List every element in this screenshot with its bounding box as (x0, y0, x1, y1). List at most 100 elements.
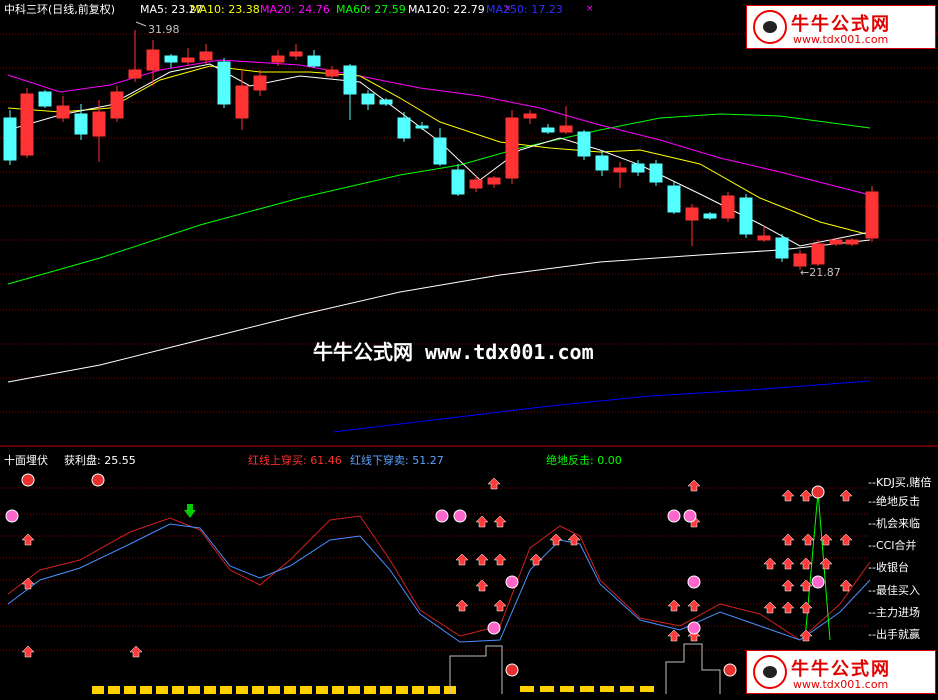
ma120-label: MA120: 22.79 (408, 3, 485, 16)
sell-arrow-icon (184, 504, 196, 518)
candle-body (685, 207, 699, 221)
candle-body (721, 195, 735, 219)
legend-rebound: --绝地反击 (868, 495, 920, 508)
legend-win: --出手就赢 (868, 628, 920, 641)
candle-body (487, 177, 501, 185)
profit-bar (380, 686, 392, 694)
profit-label: 获利盘: 25.55 (64, 454, 136, 467)
candle-body (110, 91, 124, 119)
buy-arrow-icon (529, 553, 543, 566)
diamond-icon (683, 509, 697, 523)
candle-body (631, 163, 645, 173)
ma-cross-marker: × (586, 4, 594, 14)
candle-body (235, 85, 249, 119)
candle-body (793, 253, 807, 267)
red-cross-label: 红线上穿买: 61.46 (248, 454, 342, 467)
candle-body (739, 197, 753, 235)
profit-bar (252, 686, 264, 694)
buy-arrow-icon (493, 599, 507, 612)
buy-arrow-icon (781, 579, 795, 592)
high-price-mark: 31.98 (148, 23, 180, 36)
candle-body (415, 125, 429, 129)
chart-window: × × × 中科三环(日线,前复权) MA5: 23.27 MA10: 23.38 … (0, 0, 938, 700)
candle-body (3, 117, 17, 161)
profit-outline (665, 643, 721, 694)
red-ball-icon (723, 663, 737, 677)
ma20-label: MA20: 24.76 (260, 3, 330, 16)
buy-arrow-icon (487, 477, 501, 490)
diamond-icon (5, 509, 19, 523)
candle-body (577, 131, 591, 157)
profit-bar (428, 686, 440, 694)
red-ball-icon (91, 473, 105, 487)
profit-bar (92, 686, 104, 694)
profit-bar (560, 686, 574, 692)
candle-body (865, 191, 879, 239)
candle-body (128, 69, 142, 79)
diamond-icon (435, 509, 449, 523)
candle-body (829, 239, 843, 245)
candle-body (559, 125, 573, 133)
candle-body (811, 243, 825, 265)
candle-body (667, 185, 681, 213)
profit-bar (108, 686, 120, 694)
candle-body (164, 55, 178, 63)
cow-icon (753, 10, 787, 44)
candle-body (92, 111, 106, 137)
buy-arrow-icon (839, 489, 853, 502)
profit-bar (172, 686, 184, 694)
buy-arrow-icon (455, 599, 469, 612)
legend-cci: --CCI合并 (868, 539, 917, 552)
red-ball-icon (505, 663, 519, 677)
profit-bar (580, 686, 594, 692)
blue-indicator-line (7, 523, 871, 643)
buy-arrow-icon (839, 533, 853, 546)
ma60-label: MA60: 27.59 (336, 3, 406, 16)
candle-body (469, 179, 483, 189)
candle-body (325, 69, 339, 77)
legend-chance: --机会来临 (868, 517, 920, 530)
candle-body (703, 213, 717, 219)
profit-bar (348, 686, 360, 694)
profit-bar (412, 686, 424, 694)
candle-body (361, 93, 375, 105)
candle-body (505, 117, 519, 179)
profit-bar (140, 686, 152, 694)
profit-bar (364, 686, 376, 694)
high-marker-line (135, 21, 147, 27)
candle-body (613, 167, 627, 173)
blue-cross-label: 红线下穿卖: 51.27 (350, 454, 444, 467)
red-ball-icon (21, 473, 35, 487)
legend-kdj: --KDJ买,赌倍 (868, 476, 932, 489)
profit-bar (220, 686, 232, 694)
buy-arrow-icon (129, 645, 143, 658)
profit-bar (268, 686, 280, 694)
low-price-mark: ←21.87 (800, 266, 841, 279)
buy-arrow-icon (667, 629, 681, 642)
buy-arrow-icon (475, 553, 489, 566)
buy-arrow-icon (21, 645, 35, 658)
ma20-line (7, 59, 871, 196)
buy-arrow-icon (549, 533, 563, 546)
buy-arrow-icon (493, 553, 507, 566)
buy-arrow-icon (799, 489, 813, 502)
candle-body (271, 55, 285, 63)
ma250-label: MA250: 17.23 (486, 3, 563, 16)
candle-body (146, 49, 160, 71)
candle-body (541, 127, 555, 133)
candle-body (20, 93, 34, 156)
profit-bar (124, 686, 136, 694)
diamond-icon (453, 509, 467, 523)
legend-main-force: --主力进场 (868, 606, 920, 619)
candle-body (757, 235, 771, 241)
ma250-line (332, 380, 871, 433)
candle-body (379, 99, 393, 105)
buy-arrow-icon (687, 479, 701, 492)
buy-arrow-icon (781, 557, 795, 570)
buy-arrow-icon (801, 533, 815, 546)
diamond-icon (667, 509, 681, 523)
buy-arrow-icon (493, 515, 507, 528)
candle-body (343, 65, 357, 95)
candle-body (56, 105, 70, 119)
profit-bar (396, 686, 408, 694)
